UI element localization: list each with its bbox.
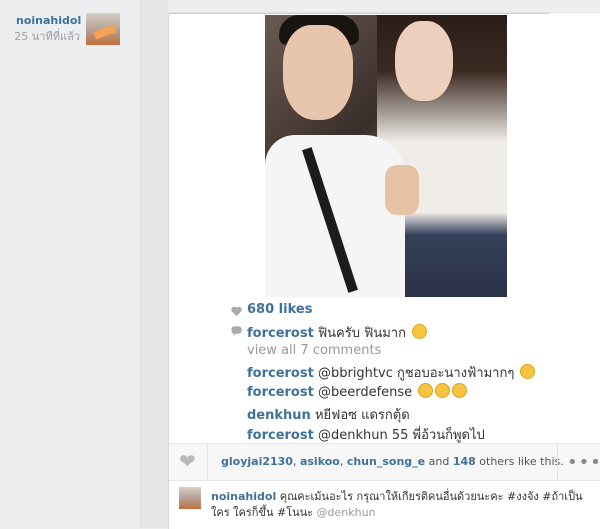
caption-mention[interactable]: @denkhun: [317, 506, 376, 519]
comment-row: denkhun หยีฟอซ แดรกตุ้ด: [247, 404, 410, 425]
comment-row: forcerost @beerdefense: [247, 383, 468, 400]
grimace-emoji-icon: [520, 364, 536, 379]
comment-row: forcerost @denkhun 55 พี่อ้วนก็พูดไป: [247, 424, 485, 445]
action-separator: [557, 444, 558, 480]
comment-row: forcerost @bbrightvc กูชอบอะนางฟ้ามากๆ: [247, 362, 536, 383]
comment-text: หยีฟอซ แดรกตุ้ด: [314, 408, 410, 423]
others-label: others like this.: [479, 455, 564, 468]
action-bar: ❤ gloyjai2130, asikoo, chun_song_e and 1…: [169, 443, 600, 481]
post-photo[interactable]: [265, 15, 507, 297]
comment-user[interactable]: forcerost: [247, 428, 314, 443]
likers-and: and: [428, 455, 450, 468]
comment-user[interactable]: forcerost: [247, 326, 314, 341]
comment-bubble-icon: [231, 326, 242, 336]
comment-user[interactable]: denkhun: [247, 408, 311, 423]
comment-text: @denkhun 55 พี่อ้วนก็พูดไป: [317, 428, 485, 443]
likers-line: gloyjai2130, asikoo, chun_song_e and 148…: [221, 455, 564, 468]
card-top-border: [169, 13, 549, 14]
view-all-comments[interactable]: view all 7 comments: [247, 343, 381, 358]
author-avatar[interactable]: [86, 13, 120, 45]
likes-heart-icon: [231, 306, 242, 317]
caption-username[interactable]: noinahidol: [211, 490, 276, 503]
likes-count[interactable]: 680 likes: [247, 302, 312, 317]
caption-avatar[interactable]: [179, 487, 201, 509]
grin-emoji-icon: [435, 383, 451, 398]
comment-user[interactable]: forcerost: [247, 385, 314, 400]
action-separator: [207, 444, 208, 480]
like-heart-icon[interactable]: ❤: [179, 451, 201, 471]
others-count[interactable]: 148: [453, 455, 476, 468]
caption: noinahidol คุณคะเม้นอะไร กรุณาให้เกียรติ…: [211, 489, 591, 521]
grimace-emoji-icon: [412, 324, 428, 339]
comment-row: forcerost ฟินครับ ฟินมาก: [247, 322, 428, 343]
author-username[interactable]: noinahidol: [16, 14, 81, 27]
comment-text: ฟินครับ ฟินมาก: [317, 326, 406, 341]
comment-user[interactable]: forcerost: [247, 366, 314, 381]
liker-link[interactable]: gloyjai2130: [221, 455, 293, 468]
comment-text: @beerdefense: [317, 385, 413, 400]
more-options-icon[interactable]: •••: [567, 452, 600, 473]
post-timestamp[interactable]: 25 นาทีที่แล้ว: [6, 27, 80, 45]
grin-emoji-icon: [418, 383, 434, 398]
left-column: [0, 0, 140, 528]
post-card: 680 likes forcerost ฟินครับ ฟินมาก view …: [168, 12, 600, 529]
comment-text: @bbrightvc กูชอบอะนางฟ้ามากๆ: [317, 366, 515, 381]
grin-emoji-icon: [452, 383, 468, 398]
liker-link[interactable]: asikoo: [300, 455, 340, 468]
liker-link[interactable]: chun_song_e: [347, 455, 425, 468]
gutter: [141, 0, 168, 528]
